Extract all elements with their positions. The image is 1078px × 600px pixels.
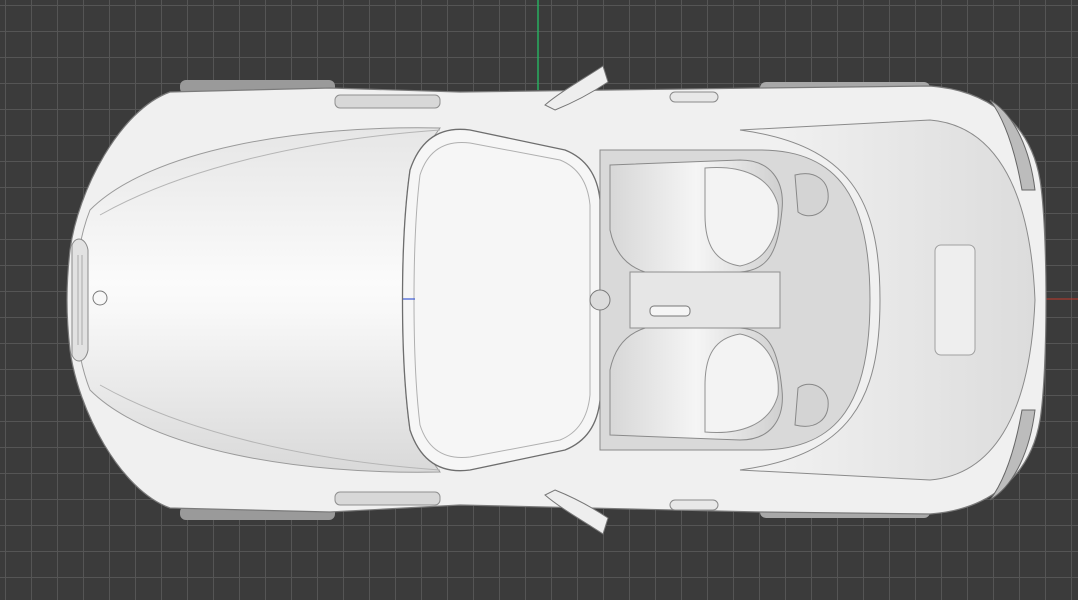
- vent-left-bottom: [334, 491, 441, 506]
- vent-left-top: [334, 94, 441, 109]
- seat-driver[interactable]: [609, 159, 783, 276]
- rear-badge-panel: [934, 244, 976, 356]
- windshield[interactable]: [401, 128, 601, 472]
- gear-shifter[interactable]: [649, 305, 691, 317]
- scene-canvas[interactable]: [0, 0, 1078, 600]
- console-knob[interactable]: [589, 289, 611, 311]
- hood-badge: [92, 290, 108, 306]
- door-handle-bottom[interactable]: [669, 499, 719, 511]
- seat-passenger[interactable]: [609, 324, 783, 441]
- front-grille: [71, 238, 89, 362]
- viewport-3d[interactable]: [0, 0, 1078, 600]
- center-console: [629, 271, 781, 329]
- door-handle-top[interactable]: [669, 91, 719, 103]
